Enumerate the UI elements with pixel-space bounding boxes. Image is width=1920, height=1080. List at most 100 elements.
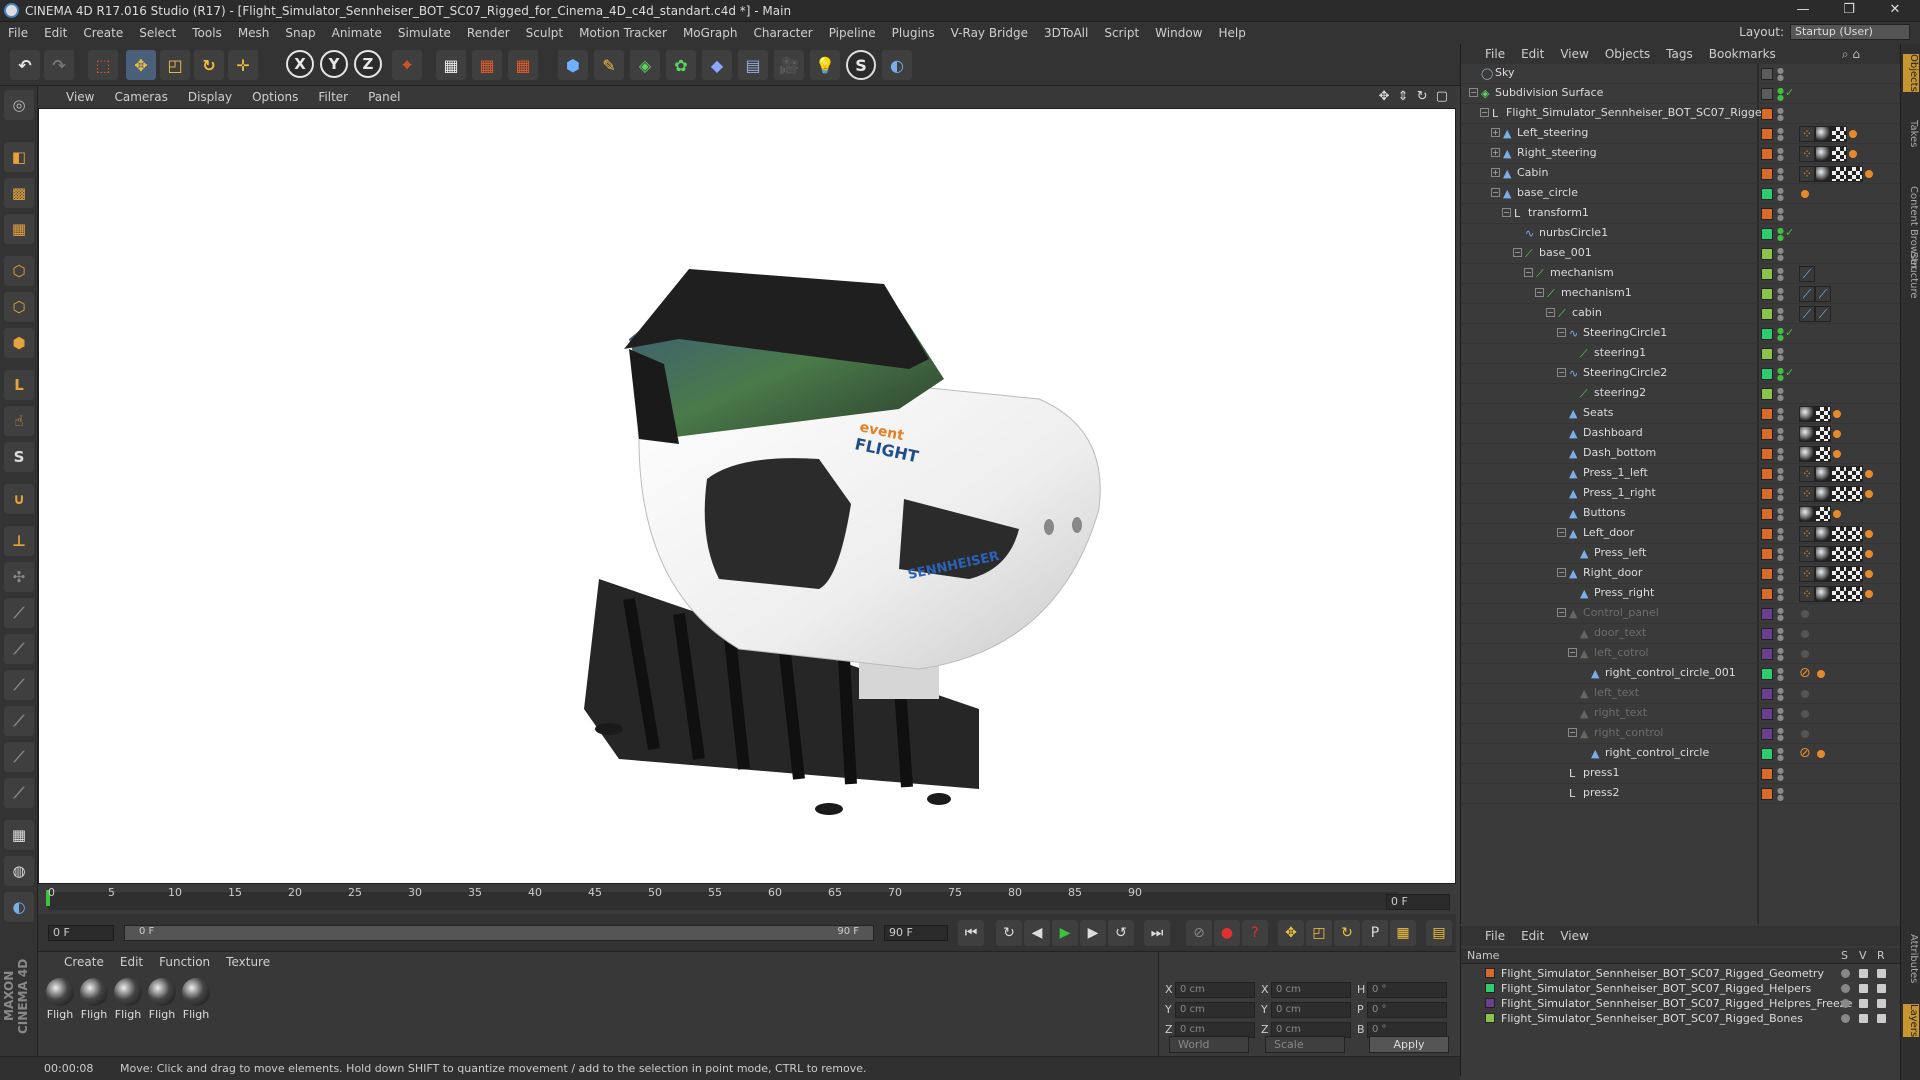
enabled-check-icon[interactable]: ✓: [1785, 366, 1794, 379]
checker-tag-icon[interactable]: [1815, 446, 1831, 462]
object-menu-edit[interactable]: Edit: [1521, 47, 1544, 61]
object-row-left-steering[interactable]: + ▲ Left_steering ● ● ⁘: [1461, 124, 1901, 144]
layer-solo-toggle[interactable]: [1841, 1014, 1850, 1023]
layer-row[interactable]: Flight_Simulator_Sennheiser_BOT_SC07_Rig…: [1461, 1011, 1901, 1026]
expand-toggle-icon[interactable]: −: [1546, 308, 1555, 317]
timeline-window-icon[interactable]: ▤: [1426, 920, 1452, 946]
material-menu-edit[interactable]: Edit: [120, 955, 143, 969]
expand-toggle-icon[interactable]: −: [1513, 248, 1522, 257]
menu-file[interactable]: File: [8, 26, 28, 40]
viewport-navigation-icons[interactable]: ✥ ⇕ ↻ ▢: [1379, 89, 1450, 104]
object-row-left-door[interactable]: − ▲ Left_door ● ● ⁘: [1461, 524, 1901, 544]
checker-tag-icon[interactable]: [1847, 486, 1863, 502]
expand-toggle-icon[interactable]: −: [1557, 608, 1566, 617]
menu-select[interactable]: Select: [139, 26, 176, 40]
layer-render-toggle[interactable]: [1877, 1014, 1886, 1023]
layer-solo-toggle[interactable]: [1841, 984, 1850, 993]
viewport-menu-view[interactable]: View: [66, 90, 94, 104]
keyframe-selection-icon[interactable]: ⊘: [1186, 920, 1212, 946]
object-row-left-cotrol[interactable]: − ▲ left_cotrol ● ●: [1461, 644, 1901, 664]
solo-icon[interactable]: ◍: [4, 856, 34, 886]
side-tab-structure[interactable]: Structure: [1903, 252, 1919, 299]
redo-icon[interactable]: ↷: [44, 50, 74, 80]
object-row-right-steering[interactable]: + ▲ Right_steering ● ● ⁘: [1461, 144, 1901, 164]
object-row-right-control-circle[interactable]: ▲ right_control_circle ● ● ⊘: [1461, 744, 1901, 764]
layer-color-swatch[interactable]: [1761, 468, 1773, 480]
object-row-press2[interactable]: Lpress2 ● ●: [1461, 784, 1901, 804]
layer-color-swatch[interactable]: [1761, 268, 1773, 280]
layer-visible-toggle[interactable]: [1859, 999, 1868, 1008]
menu-help[interactable]: Help: [1218, 26, 1245, 40]
layer-color-swatch[interactable]: [1761, 168, 1773, 180]
expand-toggle-icon[interactable]: −: [1535, 288, 1544, 297]
expand-toggle-icon[interactable]: −: [1469, 88, 1478, 97]
coord-position-x-field[interactable]: 0 cm: [1175, 982, 1255, 998]
layer-color-swatch[interactable]: [1761, 788, 1773, 800]
object-row-steeringcircle1[interactable]: − ∿ SteeringCircle1 ● ● ✓: [1461, 324, 1901, 344]
tag-dot-icon[interactable]: [1801, 190, 1809, 198]
pose-tag-icon[interactable]: ⁘: [1799, 466, 1815, 482]
layer-color-swatch[interactable]: [1761, 388, 1773, 400]
rotate-tool-icon[interactable]: ↻: [194, 50, 224, 80]
visibility-dots-icon[interactable]: ● ●: [1777, 627, 1784, 642]
coordinate-mode-dropdown[interactable]: World: [1169, 1036, 1249, 1053]
coord-rotation-p-field[interactable]: 0 °: [1367, 1002, 1447, 1018]
visibility-dots-icon[interactable]: ● ●: [1777, 467, 1784, 482]
material-tag-icon[interactable]: [1799, 446, 1815, 462]
object-row-buttons[interactable]: ▲ Buttons ● ●: [1461, 504, 1901, 524]
object-menu-file[interactable]: File: [1485, 47, 1505, 61]
visibility-dots-icon[interactable]: ● ●: [1777, 407, 1784, 422]
checker-tag-icon[interactable]: [1831, 166, 1847, 182]
layer-visible-toggle[interactable]: [1859, 1014, 1868, 1023]
layer-color-swatch[interactable]: [1761, 288, 1773, 300]
checker-tag-icon[interactable]: [1815, 506, 1831, 522]
visibility-dots-icon[interactable]: ● ●: [1777, 367, 1784, 382]
go-to-end-icon[interactable]: ⏭: [1144, 920, 1170, 946]
object-menu-tags[interactable]: Tags: [1666, 47, 1693, 61]
make-editable-icon[interactable]: ◎: [4, 90, 34, 120]
enabled-check-icon[interactable]: ✓: [1785, 326, 1794, 339]
lock-y-axis-button[interactable]: Y: [320, 50, 348, 78]
ik-tag-icon[interactable]: ⟋: [1815, 306, 1831, 322]
layer-color-swatch[interactable]: [1485, 983, 1495, 993]
checker-tag-icon[interactable]: [1847, 586, 1863, 602]
menu-3dtoall[interactable]: 3DToAll: [1044, 26, 1088, 40]
layer-row[interactable]: Flight_Simulator_Sennheiser_BOT_SC07_Rig…: [1461, 966, 1901, 981]
layer-color-swatch[interactable]: [1761, 128, 1773, 140]
object-row-cabin[interactable]: − ⟋ cabin ● ● ⟋ ⟋: [1461, 304, 1901, 324]
menu-create[interactable]: Create: [83, 26, 123, 40]
layer-color-swatch[interactable]: [1761, 588, 1773, 600]
layer-color-swatch[interactable]: [1761, 768, 1773, 780]
object-row-press-1-right[interactable]: ▲ Press_1_right ● ● ⁘: [1461, 484, 1901, 504]
layer-color-swatch[interactable]: [1761, 208, 1773, 220]
menu-window[interactable]: Window: [1155, 26, 1202, 40]
recent-tool-icon[interactable]: ✛: [228, 50, 258, 80]
tag-dot-icon[interactable]: [1833, 410, 1841, 418]
visibility-dots-icon[interactable]: ● ●: [1777, 227, 1784, 242]
cube-primitive-icon[interactable]: ⬢: [558, 50, 588, 80]
menu-pipeline[interactable]: Pipeline: [829, 26, 876, 40]
layer-render-toggle[interactable]: [1877, 984, 1886, 993]
object-row-seats[interactable]: ▲ Seats ● ●: [1461, 404, 1901, 424]
apply-button[interactable]: Apply: [1369, 1036, 1449, 1053]
workplane-icon[interactable]: ▦: [4, 214, 34, 244]
coord-size-x-field[interactable]: 0 cm: [1271, 982, 1351, 998]
key-rotation-icon[interactable]: ↻: [1334, 920, 1360, 946]
layer-color-swatch[interactable]: [1761, 708, 1773, 720]
end-frame-field[interactable]: 90 F: [884, 925, 948, 941]
material-tag-icon[interactable]: [1815, 466, 1831, 482]
object-row-steering2[interactable]: ⟋ steering2 ● ●: [1461, 384, 1901, 404]
timeline-ruler[interactable]: 0 F 0 5 10 15 20 25 30 35 40 45 50 55 60 65 70 75 80 85 90: [38, 884, 1456, 914]
visibility-dots-icon[interactable]: ● ●: [1777, 267, 1784, 282]
material-tag-icon[interactable]: [1799, 406, 1815, 422]
layer-menu-view[interactable]: View: [1560, 929, 1588, 943]
visibility-dots-icon[interactable]: ● ●: [1777, 87, 1784, 102]
material-swatch[interactable]: Fligh: [180, 978, 212, 1021]
object-row-dashboard[interactable]: ▲ Dashboard ● ●: [1461, 424, 1901, 444]
viewport-menu-filter[interactable]: Filter: [318, 90, 348, 104]
tag-dot-icon[interactable]: [1801, 610, 1809, 618]
tweak-mode-icon[interactable]: ☝: [4, 406, 34, 436]
enabled-check-icon[interactable]: ✓: [1785, 86, 1794, 99]
visibility-dots-icon[interactable]: ● ●: [1777, 647, 1784, 662]
viewport-menu-options[interactable]: Options: [252, 90, 298, 104]
